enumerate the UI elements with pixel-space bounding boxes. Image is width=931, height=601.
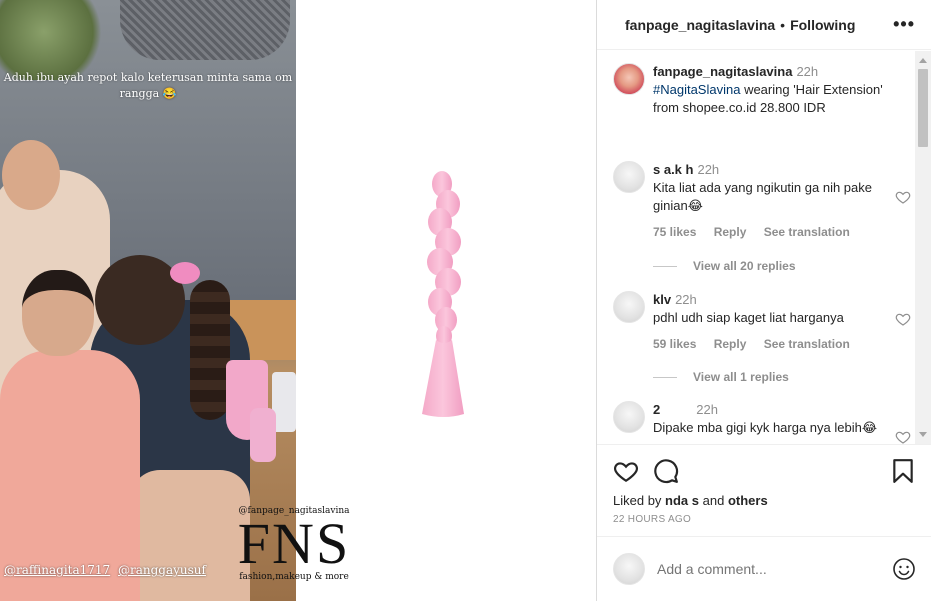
comment-text: Kita liat ada yang ngikutin ga nih pake … xyxy=(653,180,872,213)
avatar[interactable] xyxy=(613,63,645,95)
bookmark-icon[interactable] xyxy=(890,458,916,484)
scroll-down-arrow[interactable] xyxy=(919,432,927,437)
header-username[interactable]: fanpage_nagitaslavina xyxy=(625,17,775,33)
fns-watermark: @fanpage_nagitaslavina FNS fashion,makeu… xyxy=(222,506,366,582)
caption-time: 22h xyxy=(796,64,819,79)
view-replies-label[interactable]: View all 1 replies xyxy=(693,370,789,384)
caption-username[interactable]: fanpage_nagitaslavina xyxy=(653,64,792,79)
scroll-thumb[interactable] xyxy=(918,69,928,147)
header-separator: • xyxy=(780,16,786,33)
comment-input[interactable] xyxy=(657,561,877,577)
photo-bottle xyxy=(250,408,276,462)
comment-body: s a.k h 22h Kita liat ada yang ngikutin g… xyxy=(653,161,903,215)
comment-meta: 59 likes Reply See translation xyxy=(653,335,903,353)
comment-likes[interactable]: 59 likes xyxy=(653,337,696,351)
tag-raffinagita[interactable]: @raffinagita1717 xyxy=(4,563,110,577)
photo-tags: @raffinagita1717 @ranggayusuf xyxy=(4,563,210,577)
view-replies-button[interactable]: View all 1 replies xyxy=(653,370,789,384)
see-translation-link[interactable]: See translation xyxy=(764,337,850,351)
heart-icon[interactable] xyxy=(895,429,911,444)
liked-by-name[interactable]: nda s xyxy=(665,493,699,508)
more-icon[interactable]: ••• xyxy=(893,14,915,35)
photo-braid xyxy=(190,280,230,420)
post-side-panel: fanpage_nagitaslavina • Following ••• fa… xyxy=(596,0,931,601)
reply-button[interactable]: Reply xyxy=(714,337,747,351)
comment-text: Dipake mba gigi kyk harga nya lebih😂 xyxy=(653,420,878,435)
see-translation-link[interactable]: See translation xyxy=(764,225,850,239)
photo-basket xyxy=(120,0,290,60)
avatar[interactable] xyxy=(613,161,645,193)
hair-extension-image xyxy=(422,171,464,417)
reply-button[interactable]: Reply xyxy=(714,225,747,239)
view-replies-button[interactable]: View all 20 replies xyxy=(653,259,796,273)
comment-icon[interactable] xyxy=(653,458,679,484)
comment-username[interactable]: klv xyxy=(653,292,671,307)
post-media[interactable]: Aduh ibu ayah repot kalo keterusan minta… xyxy=(0,0,596,601)
comment-item: 2 22h Dipake mba gigi kyk harga nya lebih… xyxy=(613,401,911,444)
post-header: fanpage_nagitaslavina • Following ••• xyxy=(597,0,931,50)
avatar xyxy=(613,553,645,585)
liked-by-others[interactable]: others xyxy=(728,493,768,508)
photo-caption: Aduh ibu ayah repot kalo keterusan minta… xyxy=(3,71,293,100)
liked-by-prefix: Liked by xyxy=(613,493,666,508)
comment-meta: 75 likes Reply See translation xyxy=(653,223,903,241)
heart-icon[interactable] xyxy=(895,189,911,205)
scroll-up-arrow[interactable] xyxy=(919,58,927,63)
caption-hashtag[interactable]: #NagitaSlavina xyxy=(653,82,740,97)
comment-time: 22h xyxy=(697,162,720,177)
add-comment-bar xyxy=(597,536,931,601)
comment-item: klv 22h pdhl udh siap kaget liat harganya… xyxy=(613,291,911,353)
comment-body: 2 22h Dipake mba gigi kyk harga nya lebih… xyxy=(653,401,903,437)
heart-icon[interactable] xyxy=(895,311,911,327)
comment-username[interactable]: s a.k h xyxy=(653,162,693,177)
view-replies-label[interactable]: View all 20 replies xyxy=(693,259,796,273)
post-actions: Liked by nda s and others 22 HOURS AGO xyxy=(597,444,931,525)
comment-time: 22h xyxy=(696,402,718,417)
avatar[interactable] xyxy=(613,291,645,323)
post-date: 22 HOURS AGO xyxy=(613,514,692,525)
watermark-tagline: fashion,makeup & more xyxy=(239,572,349,582)
heart-icon[interactable] xyxy=(613,458,639,484)
instagram-post-modal: Aduh ibu ayah repot kalo keterusan minta… xyxy=(0,0,931,601)
action-icons xyxy=(613,445,916,497)
caption-body: fanpage_nagitaslavina 22h #NagitaSlavina … xyxy=(653,63,903,117)
comment-item: s a.k h 22h Kita liat ada yang ngikutin g… xyxy=(613,161,911,241)
liked-by-middle: and xyxy=(699,493,728,508)
comment-likes[interactable]: 75 likes xyxy=(653,225,696,239)
liked-by: Liked by nda s and others xyxy=(613,493,916,508)
photo-plant xyxy=(0,0,110,80)
comment-body: klv 22h pdhl udh siap kaget liat harganya xyxy=(653,291,903,327)
tag-ranggayusuf[interactable]: @ranggayusuf xyxy=(118,563,206,577)
avatar[interactable] xyxy=(613,401,645,433)
comments-scrollbar[interactable] xyxy=(915,51,931,444)
photo-girl-head xyxy=(22,270,94,356)
watermark-logo: FNS xyxy=(237,511,351,576)
replies-line xyxy=(653,376,677,378)
photo-man-head xyxy=(2,140,60,210)
emoji-icon[interactable] xyxy=(892,557,916,581)
comment-time: 22h xyxy=(675,292,697,307)
comment-text: pdhl udh siap kaget liat harganya xyxy=(653,310,844,325)
comments-list[interactable]: fanpage_nagitaslavina 22h #NagitaSlavina … xyxy=(597,51,931,444)
comment-username[interactable]: 2 xyxy=(653,402,660,417)
post-caption: fanpage_nagitaslavina 22h #NagitaSlavina … xyxy=(613,63,903,117)
photo-scrunchie xyxy=(170,262,200,284)
following-button[interactable]: Following xyxy=(790,17,855,33)
replies-line xyxy=(653,265,677,267)
